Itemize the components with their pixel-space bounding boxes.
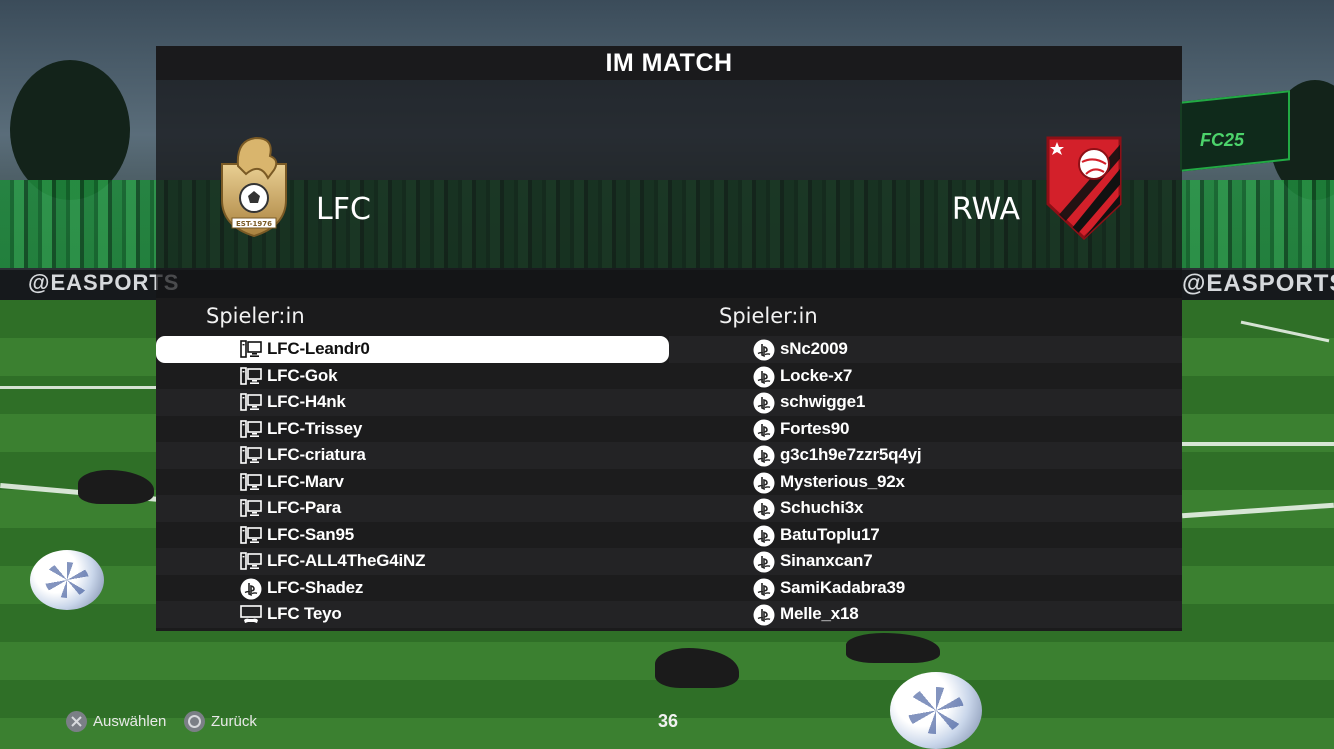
player-row[interactable]: Locke-x7 <box>669 362 1182 389</box>
playstation-icon <box>753 392 775 414</box>
pc-icon <box>240 525 262 545</box>
player-name: Mysterious_92x <box>780 471 905 491</box>
player-name: LFC-Gok <box>267 365 338 385</box>
player-name: Sinanxcan7 <box>780 551 873 571</box>
home-player-list: LFC-Leandr0 LFC-Gok LFC-H4nk LFC-Trissey LFC… <box>156 336 669 628</box>
playstation-icon <box>753 578 775 599</box>
select-label: Auswählen <box>93 712 167 730</box>
playstation-icon <box>753 551 775 573</box>
player-name: LFC-criatura <box>267 445 366 465</box>
match-header <box>156 46 1182 298</box>
player-row[interactable]: BatuToplu17 <box>669 521 1182 548</box>
player-row[interactable]: LFC-Shadez <box>156 574 669 601</box>
pc-icon <box>240 392 262 412</box>
board-text: @EASPORTSFC <box>1182 270 1334 297</box>
player-name: LFC-Para <box>267 498 341 518</box>
player-name: schwigge1 <box>780 392 866 412</box>
pc-icon <box>240 472 262 492</box>
player-name: Melle_x18 <box>780 604 859 624</box>
home-column-header: Spieler:in <box>206 304 305 328</box>
player-name: LFC-Leandr0 <box>267 339 370 359</box>
player-row[interactable]: LFC-H4nk <box>156 389 669 416</box>
pc-icon <box>240 339 262 359</box>
away-column-header: Spieler:in <box>719 304 818 328</box>
home-team-crest: EST-1976 <box>221 136 287 238</box>
player-name: sNc2009 <box>780 339 848 359</box>
player-row[interactable]: LFC-criatura <box>156 442 669 469</box>
cross-button-icon <box>66 710 87 732</box>
pitch-line <box>0 386 160 389</box>
player-row[interactable]: g3c1h9e7zzr5q4yj <box>669 442 1182 469</box>
player-row[interactable]: LFC-Trissey <box>156 415 669 442</box>
player-name: LFC-ALL4TheG4iNZ <box>267 551 426 571</box>
select-hint[interactable]: Auswählen <box>66 710 166 732</box>
player-name: Fortes90 <box>780 418 850 438</box>
playstation-icon <box>753 525 775 546</box>
player-row[interactable]: LFC-Para <box>156 495 669 522</box>
pc-icon <box>240 551 262 571</box>
playstation-icon <box>753 498 775 520</box>
player-name: LFC Teyo <box>267 604 342 624</box>
pc-icon <box>240 366 262 386</box>
player-name: LFC-Marv <box>267 471 344 491</box>
football <box>30 550 104 610</box>
away-team-name: RWA <box>951 192 1020 227</box>
player-row[interactable]: Melle_x18 <box>669 601 1182 628</box>
player-row[interactable]: Sinanxcan7 <box>669 548 1182 575</box>
player-name: Locke-x7 <box>780 365 853 385</box>
player-row[interactable]: SamiKadabra39 <box>669 574 1182 601</box>
pitch-line <box>1182 442 1334 446</box>
player-name: LFC-Shadez <box>267 577 364 597</box>
player-row[interactable]: LFC-Gok <box>156 362 669 389</box>
player-row[interactable]: LFC-Leandr0 <box>156 336 669 363</box>
player-row[interactable]: LFC-Marv <box>156 468 669 495</box>
player-row[interactable]: Fortes90 <box>669 415 1182 442</box>
player-row[interactable]: schwigge1 <box>669 389 1182 416</box>
pc-icon <box>240 498 262 518</box>
crest-text: EST-1976 <box>236 220 272 228</box>
player-name: g3c1h9e7zzr5q4yj <box>780 445 922 465</box>
football <box>890 672 982 749</box>
player-row[interactable]: Schuchi3x <box>669 495 1182 522</box>
counter: 36 <box>657 711 679 731</box>
playstation-icon <box>753 419 775 440</box>
pc-icon <box>240 419 262 439</box>
player-name: LFC-Trissey <box>267 418 363 438</box>
page-title: IM MATCH <box>156 46 1182 80</box>
back-hint[interactable]: Zurück <box>184 710 257 732</box>
banner-text: FC25 <box>1200 130 1245 150</box>
tree <box>10 60 130 200</box>
player-row[interactable]: Mysterious_92x <box>669 468 1182 495</box>
back-label: Zurück <box>211 712 257 730</box>
controller-screen-icon <box>240 604 262 624</box>
pc-icon <box>240 445 262 465</box>
player-name: Schuchi3x <box>780 498 864 518</box>
home-team-name: LFC <box>316 192 371 227</box>
playstation-icon <box>753 472 775 493</box>
player-row[interactable]: sNc2009 <box>669 336 1182 363</box>
playstation-icon <box>753 445 775 467</box>
player-name: BatuToplu17 <box>780 524 880 544</box>
playstation-icon <box>753 366 775 387</box>
player-row[interactable]: LFC Teyo <box>156 601 669 628</box>
playstation-icon <box>753 604 775 626</box>
playstation-icon <box>240 578 262 599</box>
circle-button-icon <box>184 710 205 732</box>
player-row[interactable]: LFC-San95 <box>156 521 669 548</box>
playstation-icon <box>753 339 775 361</box>
match-panel: IM MATCH EST-1976 LFC RWA Spieler:in Spi… <box>156 46 1182 631</box>
player-name: LFC-San95 <box>267 524 354 544</box>
player-row[interactable]: LFC-ALL4TheG4iNZ <box>156 548 669 575</box>
away-player-list: sNc2009 Locke-x7 schwigge1 Fortes90 g3c1h9e7… <box>669 336 1182 628</box>
player-name: LFC-H4nk <box>267 392 346 412</box>
player-name: SamiKadabra39 <box>780 577 905 597</box>
away-team-crest <box>1046 136 1122 240</box>
